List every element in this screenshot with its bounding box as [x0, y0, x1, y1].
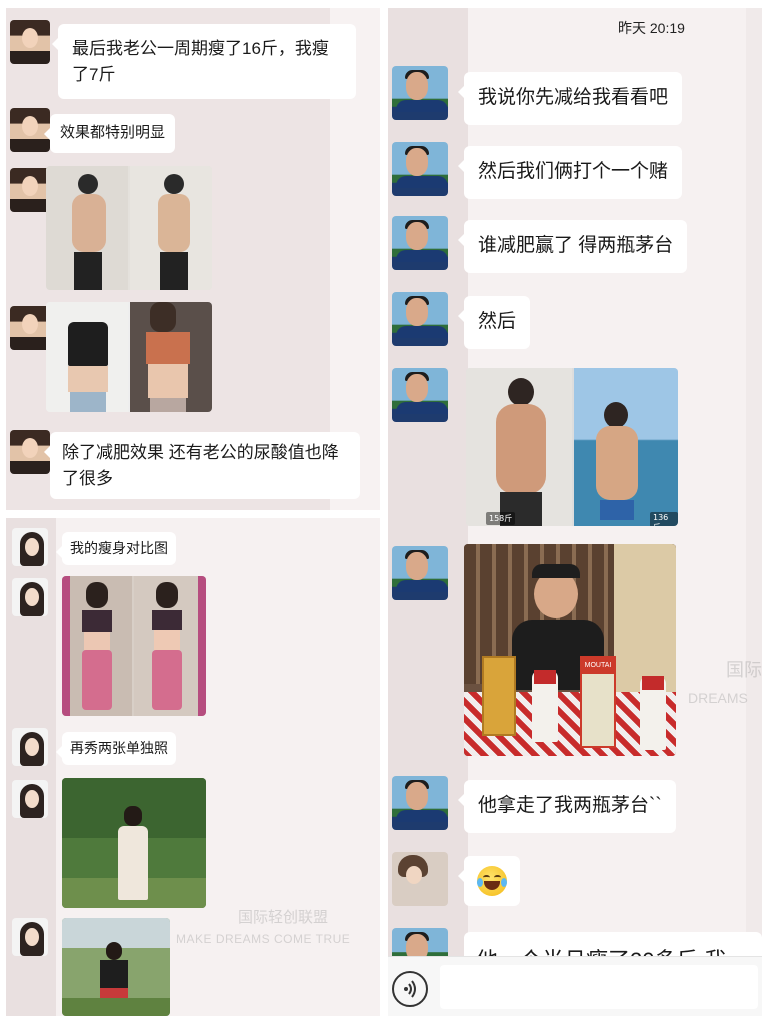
- message-input[interactable]: [440, 965, 758, 1009]
- watermark-en: MAKE DREAMS COME TRUE: [176, 932, 351, 946]
- greenhouse-photo[interactable]: [62, 918, 170, 1016]
- avatar[interactable]: [12, 578, 48, 616]
- message-bubble[interactable]: 除了减肥效果 还有老公的尿酸值也降了很多: [44, 432, 360, 499]
- message-bubble[interactable]: 再秀两张单独照: [56, 732, 176, 765]
- watermark-cn: 国际: [726, 660, 762, 680]
- emoji-bubble[interactable]: [458, 856, 520, 906]
- message-bubble[interactable]: 我说你先减给我看看吧: [457, 72, 683, 125]
- message-text: 我说你先减给我看看吧: [478, 87, 669, 108]
- voice-icon[interactable]: [392, 971, 428, 1007]
- message-bubble[interactable]: 我的瘦身对比图: [56, 532, 176, 565]
- avatar[interactable]: [392, 368, 448, 422]
- chat-screenshot-left-bottom: 我的瘦身对比图 再秀两张单独照 国际轻创联盟 MAKE DREAMS COME …: [6, 518, 380, 1016]
- chat-screenshot-left-top: 最后我老公一周期瘦了16斤，我瘦了7斤 效果都特别明显 除了减肥效果 还有老公的…: [6, 8, 380, 510]
- avatar[interactable]: [392, 546, 448, 600]
- message-bubble[interactable]: 最后我老公一周期瘦了16斤，我瘦了7斤: [52, 24, 356, 99]
- avatar[interactable]: [392, 852, 448, 906]
- avatar[interactable]: [392, 776, 448, 830]
- avatar[interactable]: [12, 728, 48, 766]
- message-text: 效果都特别明显: [60, 124, 166, 141]
- watermark-en: DREAMS: [688, 690, 748, 706]
- avatar[interactable]: [392, 142, 448, 196]
- wife-comparison-photo[interactable]: [46, 302, 212, 412]
- message-bubble[interactable]: 效果都特别明显: [43, 114, 176, 153]
- message-text: 除了减肥效果 还有老公的尿酸值也降了很多: [62, 443, 339, 488]
- message-text: 再秀两张单独照: [70, 740, 168, 756]
- weight-loss-comparison-photo[interactable]: 158斤 136斤: [466, 368, 678, 526]
- avatar[interactable]: [10, 20, 50, 64]
- avatar[interactable]: [12, 918, 48, 956]
- chat-screenshot-right: 昨天 20:19 我说你先减给我看看吧 然后我们俩打个一个赌 谁减肥赢了 得两瓶…: [388, 8, 762, 1016]
- message-text: 然后我们俩打个一个赌: [478, 161, 669, 182]
- weight-after-tag: 136斤: [650, 512, 678, 526]
- avatar[interactable]: [392, 66, 448, 120]
- laughing-with-tears-emoji-icon: [477, 866, 507, 896]
- chat-input-bar: [388, 956, 762, 1016]
- message-bubble[interactable]: 然后我们俩打个一个赌: [457, 146, 683, 199]
- avatar[interactable]: [12, 528, 48, 566]
- message-bubble[interactable]: 谁减肥赢了 得两瓶茅台: [457, 220, 688, 273]
- outdoor-photo[interactable]: [62, 778, 206, 908]
- moutai-photo[interactable]: MOUTAI: [464, 544, 676, 756]
- avatar[interactable]: [12, 780, 48, 818]
- message-text: 然后: [478, 311, 517, 332]
- message-bubble[interactable]: 然后: [457, 296, 531, 349]
- avatar[interactable]: [392, 292, 448, 346]
- message-bubble[interactable]: 他拿走了我两瓶茅台``: [458, 780, 676, 833]
- avatar[interactable]: [10, 168, 50, 212]
- avatar[interactable]: [10, 306, 50, 350]
- moutai-label: MOUTAI: [582, 658, 614, 674]
- message-text: 谁减肥赢了 得两瓶茅台: [478, 235, 674, 256]
- husband-comparison-photo[interactable]: [46, 166, 212, 290]
- weight-before-tag: 158斤: [486, 512, 516, 525]
- body-comparison-photo[interactable]: [62, 576, 206, 716]
- panel-edge: [746, 8, 762, 1016]
- watermark-cn: 国际轻创联盟: [238, 909, 329, 926]
- message-text: 最后我老公一周期瘦了16斤，我瘦了7斤: [72, 39, 329, 84]
- message-text: 他拿走了我两瓶茅台``: [478, 795, 662, 816]
- message-timestamp: 昨天 20:19: [618, 20, 685, 36]
- message-text: 我的瘦身对比图: [70, 540, 168, 556]
- avatar[interactable]: [392, 216, 448, 270]
